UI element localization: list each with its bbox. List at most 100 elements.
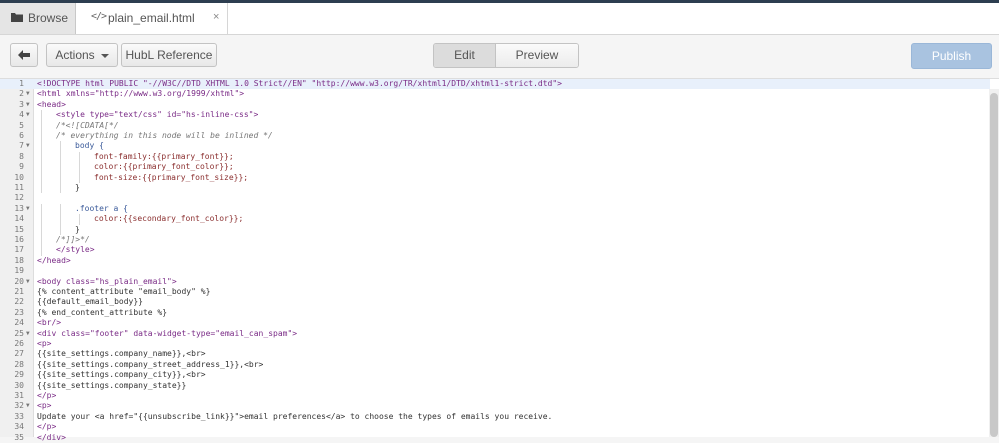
code-line[interactable]: 23 {% end_content_attribute %} (0, 308, 990, 318)
indent-guide (41, 235, 42, 246)
code-line[interactable]: 19 (0, 266, 990, 276)
code-line[interactable]: 2 ▼ <html xmlns="http://www.w3.org/1999/xh… (0, 89, 990, 99)
line-number: 32 (14, 401, 24, 411)
fold-arrow-icon[interactable]: ▼ (26, 89, 30, 99)
vertical-scrollbar[interactable] (989, 89, 999, 437)
line-text: {{site_settings.company_name}},<br> (37, 349, 206, 359)
editor-toolbar: Actions HubL Reference Edit Preview Publ… (0, 35, 999, 79)
line-text: color:{{primary_font_color}}; (94, 162, 234, 172)
code-line[interactable]: 6 /* everything in this node will be inli… (0, 131, 990, 142)
code-line[interactable]: 1 <!DOCTYPE html PUBLIC "-//W3C//DTD XHTM… (0, 79, 990, 90)
actions-label: Actions (55, 48, 95, 62)
scrollbar-thumb[interactable] (990, 93, 998, 437)
code-line[interactable]: 16 /*]]>*/ (0, 235, 990, 246)
code-line[interactable]: 28 {{site_settings.company_street_address… (0, 360, 990, 370)
code-line[interactable]: 8 font-family:{{primary_font}}; (0, 151, 990, 163)
code-line[interactable]: 12 (0, 193, 990, 203)
indent-guide (41, 214, 42, 225)
hubl-reference-button[interactable]: HubL Reference (121, 43, 217, 67)
line-number: 29 (14, 370, 24, 380)
code-line[interactable]: 5 /*<![CDATA[*/ (0, 120, 990, 131)
line-text: </div> (37, 432, 66, 442)
line-text: <p> (37, 339, 52, 348)
line-text: /*<![CDATA[*/ (56, 120, 119, 130)
line-number: 1 (19, 79, 24, 88)
code-icon: </> (91, 11, 107, 22)
code-line[interactable]: 17 </style> (0, 245, 990, 256)
code-line[interactable]: 9 color:{{primary_font_color}}; (0, 162, 990, 173)
code-line[interactable]: 13 ▼ .footer a { (0, 203, 990, 215)
code-line[interactable]: 4 ▼ <style type="text/css" id="hs-inline-c… (0, 110, 990, 121)
line-number: 6 (19, 131, 24, 140)
line-text: <!DOCTYPE html PUBLIC "-//W3C//DTD XHTML… (37, 79, 562, 88)
back-button[interactable] (10, 43, 38, 67)
line-text: body { (75, 141, 104, 151)
line-text: {{site_settings.company_state}} (37, 380, 187, 390)
line-text: <style type="text/css" id="hs-inline-css… (56, 110, 259, 120)
line-text: /*]]>*/ (56, 235, 90, 244)
publish-button[interactable]: Publish (911, 43, 992, 69)
close-icon[interactable]: × (213, 11, 219, 23)
line-number: 22 (14, 297, 24, 307)
code-line[interactable]: 29 {{site_settings.company_city}},<br> (0, 370, 990, 380)
line-number: 17 (14, 245, 24, 255)
line-text: <body class="hs_plain_email"> (37, 276, 177, 286)
edit-tab[interactable]: Edit (434, 44, 496, 67)
code-line[interactable]: 21 {% content_attribute "email_body" %} (0, 287, 990, 297)
line-number: 28 (14, 359, 24, 369)
line-number: 30 (14, 380, 24, 390)
line-number: 3 (19, 99, 24, 109)
tab-browse[interactable]: Browse (0, 3, 76, 34)
actions-dropdown[interactable]: Actions (46, 43, 118, 67)
fold-arrow-icon[interactable]: ▼ (26, 277, 30, 287)
fold-arrow-icon[interactable]: ▼ (26, 100, 30, 110)
line-number: 9 (19, 162, 24, 172)
code-line[interactable]: 3 ▼ <head> (0, 100, 990, 110)
code-area[interactable]: 1 <!DOCTYPE html PUBLIC "-//W3C//DTD XHTM… (0, 79, 990, 442)
indent-guide (60, 183, 61, 194)
fold-arrow-icon[interactable]: ▼ (26, 204, 30, 214)
code-line[interactable]: 31 </p> (0, 391, 990, 401)
line-text: {% end_content_attribute %} (37, 307, 168, 317)
line-text: font-family:{{primary_font}}; (94, 151, 234, 161)
line-text: } (75, 183, 80, 192)
line-number: 4 (19, 110, 24, 120)
line-number: 2 (19, 89, 24, 99)
code-line[interactable]: 11} (0, 183, 990, 194)
preview-tab[interactable]: Preview (496, 44, 578, 67)
code-line[interactable]: 7 ▼ body { (0, 141, 990, 152)
code-line[interactable]: 26 <p> (0, 339, 990, 349)
code-line[interactable]: 30 {{site_settings.company_state}} (0, 381, 990, 391)
code-line[interactable]: 27 {{site_settings.company_name}},<br> (0, 349, 990, 359)
tab-plain-email[interactable]: </> plain_email.html × (76, 3, 228, 34)
code-line[interactable]: 18 </head> (0, 256, 990, 266)
indent-guide (79, 172, 80, 183)
code-line[interactable]: 22 {{default_email_body}} (0, 297, 990, 307)
indent-guide (41, 110, 42, 121)
indent-guide (41, 131, 42, 142)
indent-guide (60, 214, 61, 225)
code-line[interactable]: 32 ▼ <p> (0, 401, 990, 411)
code-line[interactable]: 10 font-size:{{primary_font_size}}; (0, 172, 990, 183)
fold-arrow-icon[interactable]: ▼ (26, 329, 30, 339)
line-text: color:{{secondary_font_color}}; (94, 214, 244, 224)
line-number: 7 (19, 141, 24, 151)
fold-arrow-icon[interactable]: ▼ (26, 401, 30, 411)
line-text: <br/> (37, 318, 62, 328)
line-text: </head> (37, 255, 71, 265)
code-line[interactable]: 24 <br/> (0, 318, 990, 328)
code-line[interactable]: 33 Update your <a href="{{unsubscribe_lin… (0, 412, 990, 422)
line-text: </p> (37, 422, 57, 432)
line-number: 10 (14, 172, 24, 182)
fold-arrow-icon[interactable]: ▼ (26, 110, 30, 120)
code-line[interactable]: 14 color:{{secondary_font_color}}; (0, 214, 990, 225)
fold-arrow-icon[interactable]: ▼ (26, 141, 30, 151)
code-line[interactable]: 35 </div> (0, 433, 990, 443)
code-line[interactable]: 25 ▼ <div class="footer" data-widget-type=… (0, 329, 990, 339)
line-number: 34 (14, 422, 24, 432)
code-line[interactable]: 15} (0, 224, 990, 235)
code-line[interactable]: 20 ▼ <body class="hs_plain_email"> (0, 277, 990, 287)
code-line[interactable]: 34 </p> (0, 422, 990, 432)
code-editor[interactable]: 1 <!DOCTYPE html PUBLIC "-//W3C//DTD XHTM… (0, 79, 999, 442)
line-number: 19 (14, 266, 24, 276)
